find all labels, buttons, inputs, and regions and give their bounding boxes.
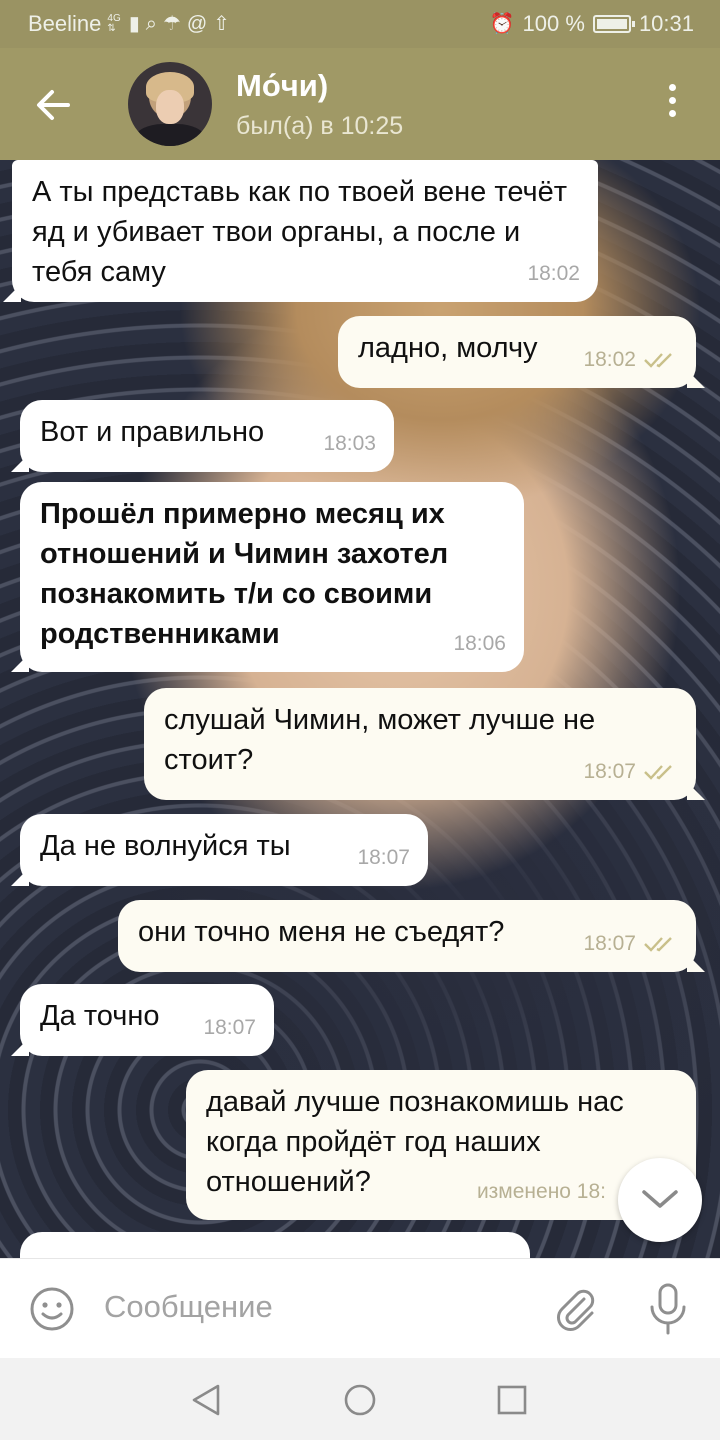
search-icon: ⌕ [145,13,157,35]
message-incoming[interactable]: А ты представь как по твоей вене течёт я… [12,160,598,302]
message-time: 18:03 [323,432,376,455]
message-composer: Сообщение [0,1258,720,1358]
message-text: Да не волнуйся ты [40,830,291,862]
contact-name[interactable]: Мо́чи) [236,68,328,104]
alarm-icon: ⏰ [489,13,515,35]
double-check-icon [644,765,672,780]
message-time: 18:07 [583,924,678,964]
chat-area[interactable]: А ты представь как по твоей вене течёт я… [0,160,720,1258]
message-time: 18:07 [583,752,678,792]
status-bar: Beeline 4G ⇅ ▮ ⌕ ☂ @ ⇧ ⏰ 100 % 10:31 [0,0,720,48]
double-check-icon [644,353,672,368]
clock: 10:31 [638,11,694,36]
message-time: изменено 18: [476,1180,606,1203]
message-outgoing[interactable]: ладно, молчу 18:02 [338,316,696,388]
nav-recent-apps-icon[interactable] [496,1384,528,1416]
system-navigation-bar [0,1358,720,1440]
message-text: Прошёл примерно месяц их отношений и Чим… [40,498,449,650]
emoji-icon[interactable] [28,1285,76,1333]
message-incoming[interactable]: Да точно 18:07 [20,984,274,1056]
message-outgoing[interactable]: они точно меня не съедят? 18:07 [118,900,696,972]
carrier-label: Beeline [28,11,102,36]
more-vertical-icon[interactable] [660,84,684,124]
message-incoming-partial[interactable] [20,1232,530,1258]
message-time: 18:06 [453,632,506,655]
last-seen-status: был(а) в 10:25 [236,112,404,140]
chevron-down-icon [642,1190,678,1208]
message-time: 18:02 [527,262,580,285]
battery-icon [592,15,635,33]
message-time: 18:07 [357,846,410,869]
message-text: А ты представь как по твоей вене течёт я… [32,176,567,288]
microphone-icon[interactable] [646,1281,690,1337]
umbrella-icon: ☂ [162,13,181,35]
avatar[interactable] [128,62,212,146]
battery-percent: 100 % [522,11,585,36]
message-incoming[interactable]: Вот и правильно 18:03 [20,400,394,472]
message-time: 18:02 [583,340,678,380]
message-outgoing[interactable]: слушай Чимин, может лучше не стоит? 18:0… [144,688,696,800]
signal-icon: ▮ [128,13,140,35]
message-input[interactable]: Сообщение [104,1289,273,1325]
message-incoming[interactable]: Прошёл примерно месяц их отношений и Чим… [20,482,524,672]
message-time: 18:07 [203,1016,256,1039]
nav-back-icon[interactable] [188,1382,224,1418]
scroll-down-button[interactable] [618,1158,702,1242]
arrow-left-icon[interactable] [28,80,78,130]
at-icon: @ [186,13,208,35]
network-type-icon: 4G ⇅ [107,13,121,34]
nav-home-icon[interactable] [342,1382,378,1418]
double-check-icon [644,937,672,952]
paperclip-icon[interactable] [552,1285,600,1333]
upload-icon: ⇧ [213,13,230,35]
message-incoming[interactable]: Да не волнуйся ты 18:07 [20,814,428,886]
chat-header: Мо́чи) был(а) в 10:25 [0,48,720,160]
